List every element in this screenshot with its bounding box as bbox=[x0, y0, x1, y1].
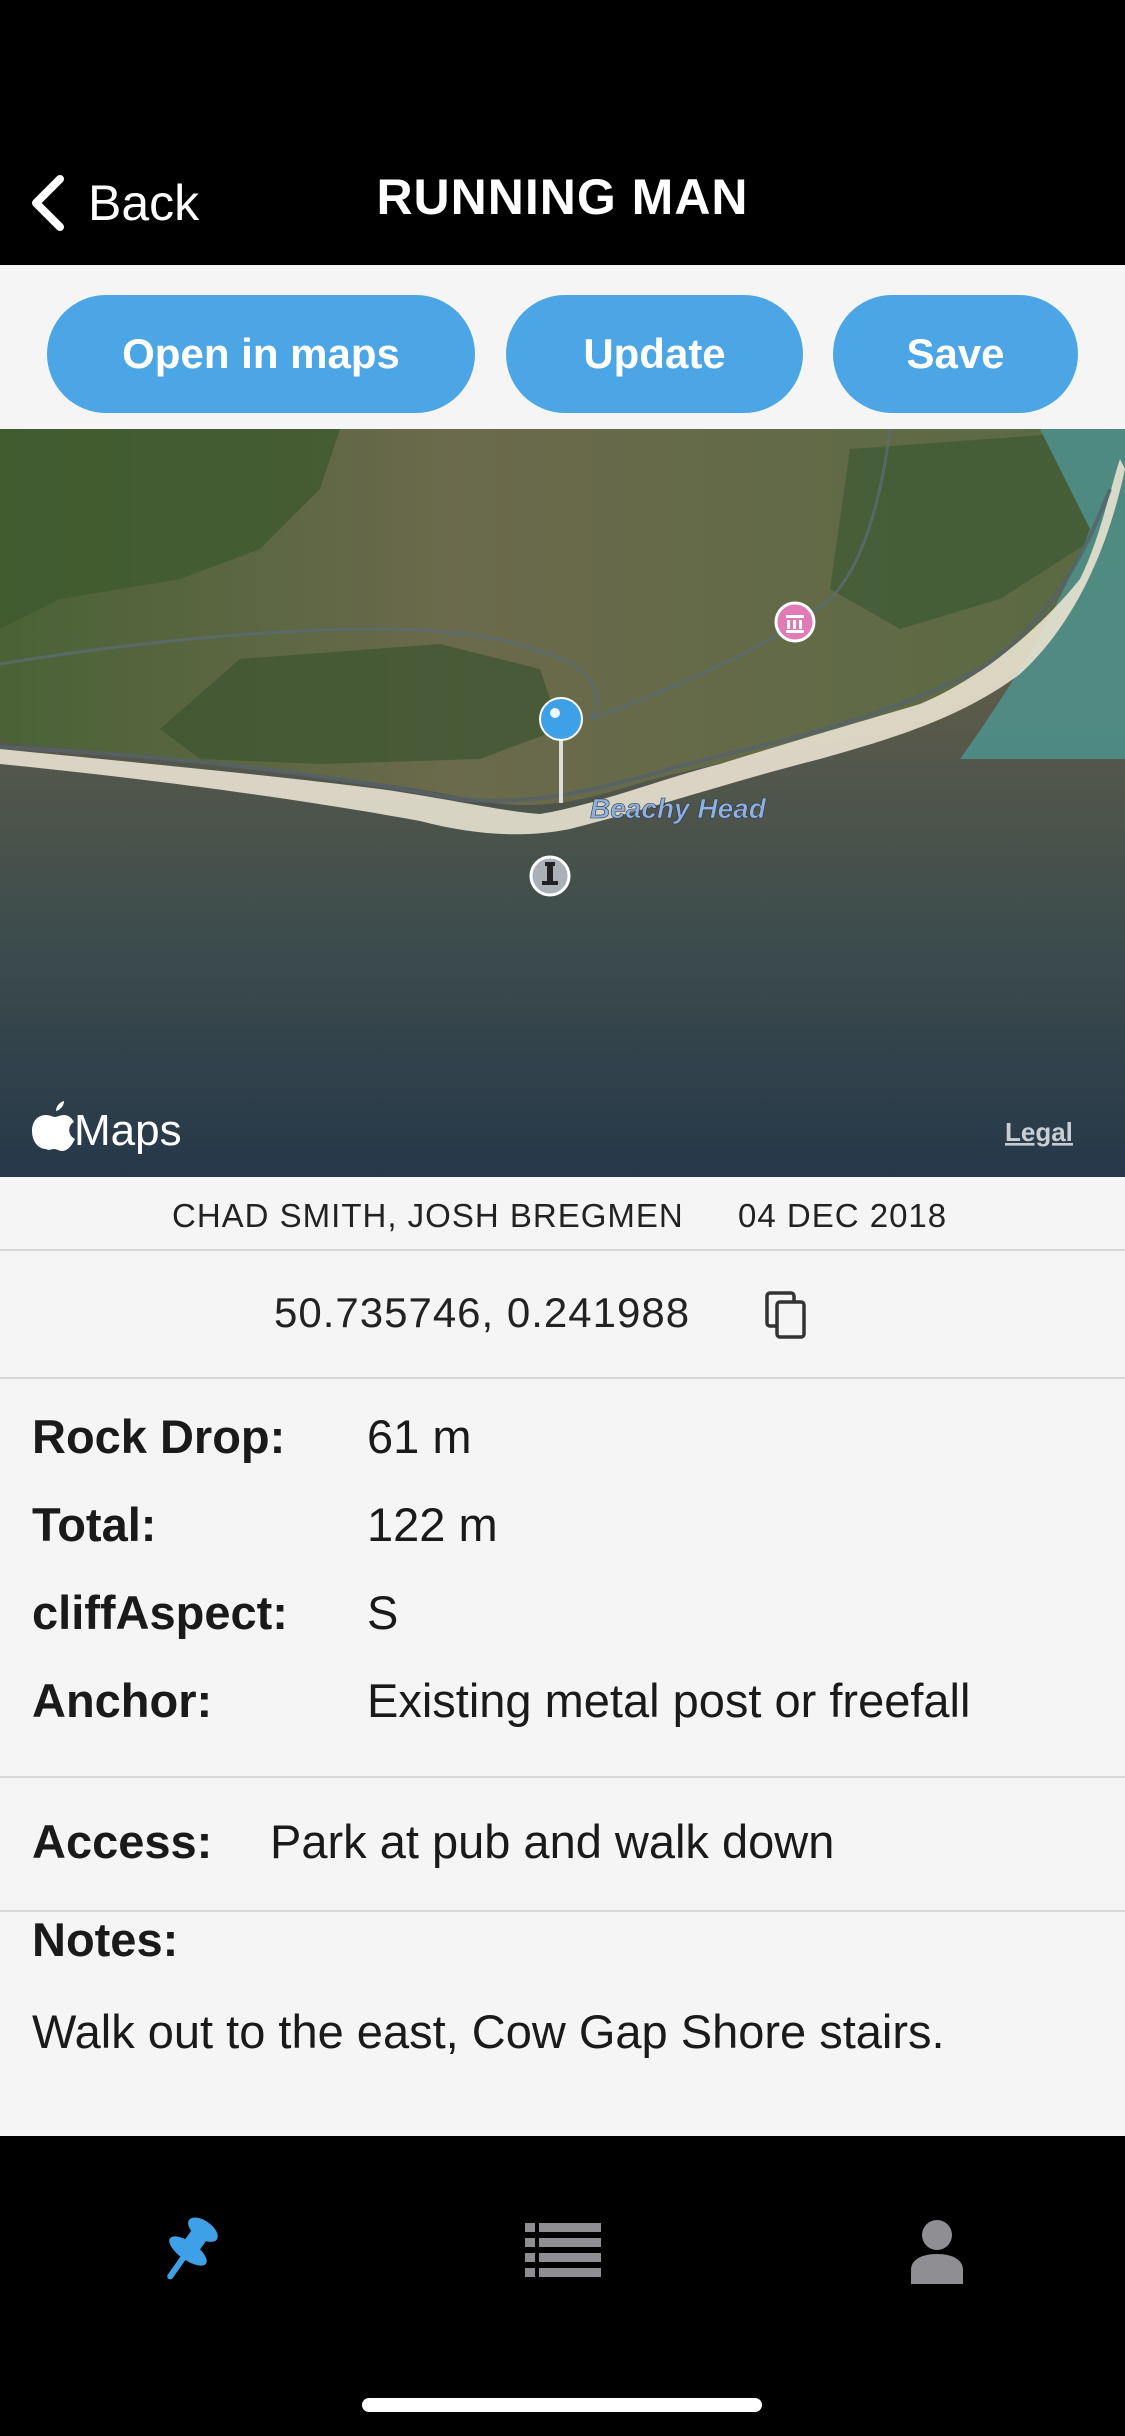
poi-museum-icon[interactable] bbox=[774, 601, 816, 643]
coordinates-row: 50.735746, 0.241988 bbox=[0, 1251, 1125, 1379]
notes-value: Walk out to the east, Cow Gap Shore stai… bbox=[32, 2005, 945, 2058]
log-meta: CHAD SMITH, JOSH BREGMEN 04 DEC 2018 bbox=[0, 1177, 1125, 1251]
copy-icon[interactable] bbox=[764, 1290, 808, 1340]
maps-brand: Maps bbox=[74, 1106, 182, 1155]
legal-link[interactable]: Legal bbox=[1005, 1117, 1073, 1147]
detail-label: Rock Drop: bbox=[32, 1410, 286, 1463]
tab-pin[interactable] bbox=[143, 2206, 233, 2296]
tab-profile[interactable] bbox=[892, 2206, 982, 2296]
detail-value: 61 m bbox=[367, 1410, 472, 1463]
details-section: Rock Drop: 61 m Total: 122 m cliffAspect… bbox=[0, 1379, 1125, 1778]
detail-value: S bbox=[367, 1586, 399, 1639]
detail-label: Total: bbox=[32, 1498, 157, 1551]
tab-list[interactable] bbox=[518, 2206, 608, 2296]
list-icon bbox=[525, 2223, 601, 2277]
page-title: RUNNING MAN bbox=[376, 169, 749, 225]
map-view[interactable]: Beachy Head Maps Legal bbox=[0, 429, 1125, 1177]
access-label: Access: bbox=[32, 1815, 213, 1868]
update-button[interactable]: Update bbox=[506, 295, 803, 413]
action-bar: Open in maps Update Save bbox=[0, 265, 1125, 429]
access-value: Park at pub and walk down bbox=[270, 1815, 835, 1868]
map-place-label: Beachy Head bbox=[590, 793, 767, 824]
tab-bar bbox=[0, 2136, 1125, 2436]
user-icon bbox=[911, 2220, 963, 2284]
save-button[interactable]: Save bbox=[833, 295, 1078, 413]
home-indicator[interactable] bbox=[362, 2398, 762, 2412]
navigation-bar: Back RUNNING MAN bbox=[0, 130, 1125, 265]
jumpers-names: CHAD SMITH, JOSH BREGMEN bbox=[172, 1197, 684, 1234]
pushpin-icon bbox=[167, 2217, 218, 2280]
detail-value: 122 m bbox=[367, 1498, 498, 1551]
detail-label: cliffAspect: bbox=[32, 1586, 288, 1639]
open-in-maps-button[interactable]: Open in maps bbox=[47, 295, 475, 413]
detail-label: Anchor: bbox=[32, 1674, 213, 1727]
notes-label: Notes: bbox=[32, 1913, 179, 1966]
lighthouse-icon[interactable] bbox=[529, 855, 571, 897]
coordinates-value: 50.735746, 0.241988 bbox=[274, 1289, 691, 1336]
notes-section: Notes: Walk out to the east, Cow Gap Sho… bbox=[0, 1912, 1125, 2136]
jump-date: 04 DEC 2018 bbox=[738, 1197, 948, 1234]
access-row: Access: Park at pub and walk down bbox=[0, 1778, 1125, 1912]
status-bar bbox=[0, 0, 1125, 130]
detail-value: Existing metal post or freefall bbox=[367, 1674, 971, 1727]
